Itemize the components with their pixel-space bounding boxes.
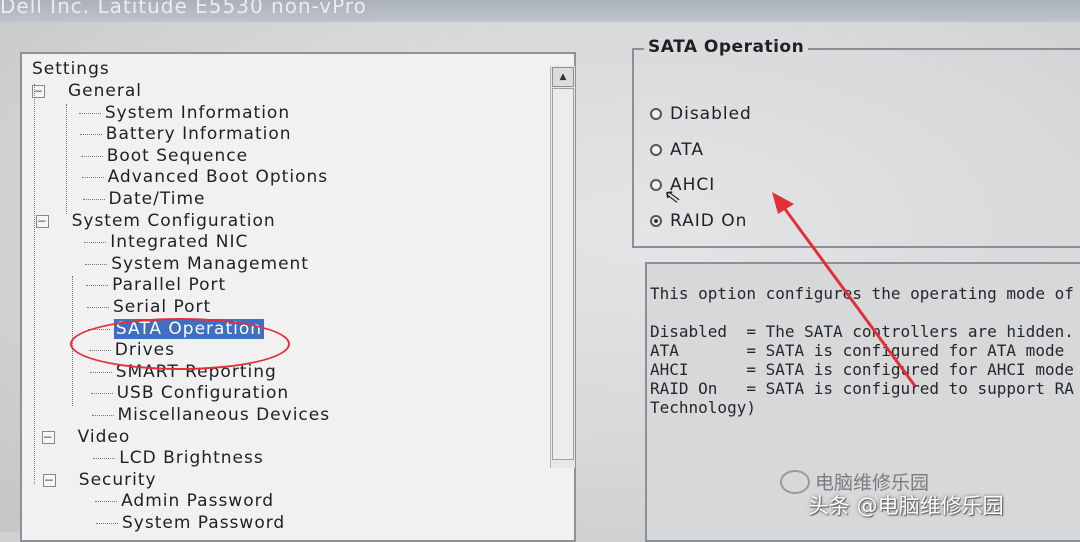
watermark-credit: 头条 @电脑维修乐园 <box>808 494 1004 518</box>
wechat-icon <box>780 470 810 494</box>
red-arrow-annotation <box>772 192 917 387</box>
